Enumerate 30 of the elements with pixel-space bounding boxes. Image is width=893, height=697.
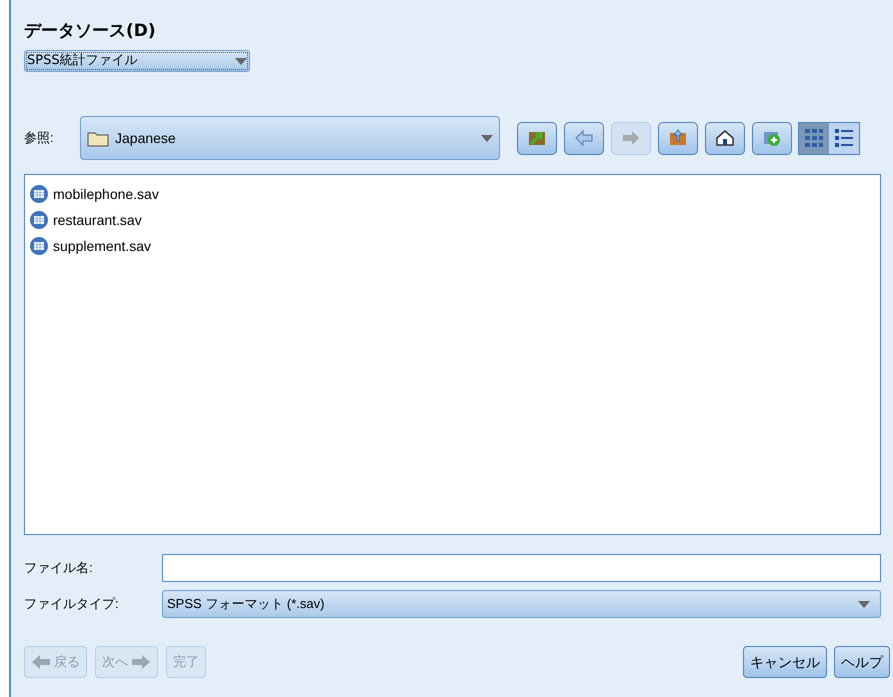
file-type-dropdown[interactable]: SPSS フォーマット (*.sav) [162,590,881,618]
file-list[interactable]: mobilephone.sav restaurant.sav supplement.sav [24,174,881,535]
view-toggle[interactable] [829,122,859,154]
right-arrow-icon [131,654,151,670]
list-view-icon [833,127,855,149]
help-button[interactable]: ヘルプ [834,646,890,678]
left-arrow-icon [573,127,595,149]
file-name-label: ファイル名: [24,559,94,578]
left-arrow-icon [31,654,51,670]
file-name[interactable]: mobilephone.sav [53,184,159,204]
toolbar-button[interactable] [705,122,745,154]
file-type-label: ファイルタイプ: [24,595,120,614]
section-title: データソース(D) [24,20,157,42]
folder-icon [87,130,109,146]
caret-icon [235,58,247,64]
look-in-label: 参照: [24,129,55,148]
caret-icon [858,600,870,608]
data-file-icon [29,236,49,256]
caret-icon [481,134,493,142]
file-name-field[interactable] [162,554,881,582]
source-dropdown[interactable]: SPSS統計ファイル [24,50,250,72]
look-in-dropdown[interactable]: Japanese [80,116,500,160]
file-name[interactable]: restaurant.sav [53,210,142,230]
home-icon [714,127,736,149]
file-name[interactable]: supplement.sav [53,236,152,256]
view-toggle[interactable] [799,122,829,154]
data-file-icon [29,184,49,204]
cancel-button[interactable]: キャンセル [743,646,827,678]
grid-view-icon [803,127,825,149]
data-file-icon [29,210,49,230]
